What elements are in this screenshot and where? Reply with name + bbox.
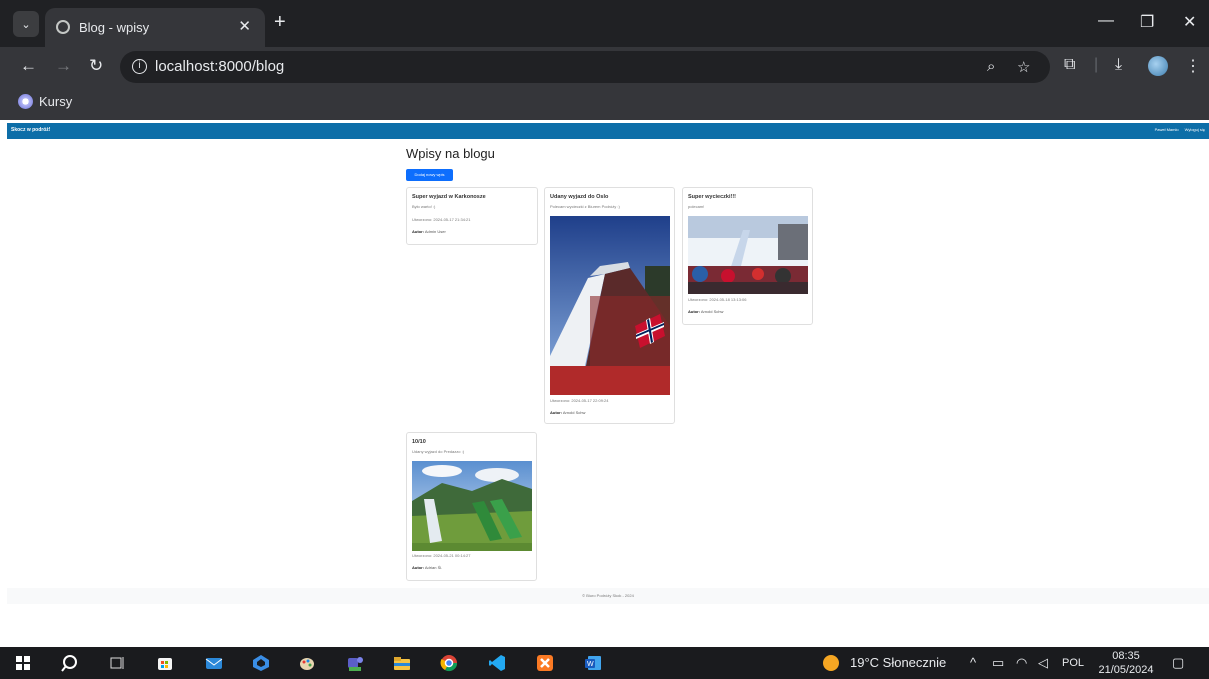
language-indicator[interactable]: POL [1062, 657, 1084, 669]
chrome-icon[interactable] [440, 654, 458, 672]
browser-toolbar: ← → ↻ i localhost:8000/blog ⌕ ☆ ⧉ | ⤓ ⋮ [0, 47, 1209, 87]
tab-search-button[interactable]: ⌄ [13, 11, 39, 37]
author-label: Autor: [688, 309, 700, 314]
post-author: Autor: Adrian Śl. [412, 565, 442, 570]
paint-icon[interactable] [298, 654, 316, 672]
windows-start-icon[interactable] [14, 654, 32, 672]
footer-text: © Biuro Podróży Skok - 2024 [582, 593, 634, 598]
post-title[interactable]: Super wyjazd w Karkonosze [412, 194, 486, 200]
address-bar[interactable]: i localhost:8000/blog ⌕ ☆ [120, 51, 1050, 83]
post-body: polecam! [688, 204, 705, 209]
bookmark-label: Kursy [39, 94, 73, 109]
tab-close-icon[interactable]: ✕ [238, 17, 251, 35]
post-date: Utworzono: 2024-05-21 00:14:27 [412, 553, 471, 558]
browser-tab-strip: ⌄ Blog - wpisy ✕ + — ❐ ✕ [0, 0, 1209, 47]
site-info-icon[interactable]: i [132, 59, 147, 74]
download-icon[interactable]: ⤓ [1115, 56, 1122, 74]
bookmark-favicon-icon [18, 94, 33, 109]
menu-dots-icon[interactable]: ⋮ [1185, 56, 1201, 76]
site-footer: © Biuro Podróży Skok - 2024 [7, 588, 1209, 604]
author-label: Autor: [412, 565, 424, 570]
author-name: Admin User [424, 229, 446, 234]
bookmark-kursy[interactable]: Kursy [18, 94, 72, 109]
xampp-icon[interactable] [536, 654, 554, 672]
forward-icon[interactable]: → [55, 56, 72, 76]
windows-taskbar: W 19°C Słonecznie ^ ▭ ◠ ◁ POL 08:35 21/0… [0, 647, 1209, 679]
post-photo-predazzo [412, 461, 532, 551]
post-date: Utworzono: 2024-05-18 13:13:06 [688, 297, 747, 302]
post-title[interactable]: Udany wyjazd do Oslo [550, 194, 608, 200]
globe-icon [56, 20, 70, 34]
page-title: Wpisy na blogu [406, 146, 495, 161]
site-navbar: Skocz w podróż! Paweł Mamło Wyloguj się [7, 123, 1209, 139]
author-label: Autor: [550, 410, 562, 415]
back-icon[interactable]: ← [20, 56, 37, 76]
toolbar-divider: | [1094, 56, 1099, 73]
post-body: Polecam wycieczki z Biurem Podróży :) [550, 204, 620, 209]
reload-icon[interactable]: ↻ [89, 56, 103, 76]
extensions-icon[interactable]: ⧉ [1064, 56, 1075, 74]
site-brand-link[interactable]: Skocz w podróż! [11, 127, 50, 133]
battery-icon[interactable]: ▭ [992, 655, 1004, 671]
mail-icon[interactable] [205, 654, 223, 672]
post-author: Autor: Arnold Schw [550, 410, 585, 415]
post-photo-ski-stadium [688, 216, 808, 294]
post-body: Było warto! :) [412, 204, 436, 209]
post-card: Super wyjazd w Karkonosze Było warto! :)… [406, 187, 538, 245]
post-date: Utworzono: 2024-05-17 21:34:21 [412, 217, 471, 222]
weather-sun-icon[interactable] [822, 654, 840, 672]
search-icon[interactable] [60, 654, 78, 672]
add-post-button[interactable]: Dodaj nowy wpis [406, 169, 453, 181]
address-url[interactable]: localhost:8000/blog [155, 58, 284, 75]
clock-date: 21/05/2024 [1098, 664, 1154, 676]
post-date: Utworzono: 2024-05-17 22:09:24 [550, 398, 609, 403]
page-viewport: Skocz w podróż! Paweł Mamło Wyloguj się … [0, 120, 1209, 647]
store-icon[interactable] [156, 654, 174, 672]
bookmarks-bar: Kursy [0, 87, 1209, 120]
copilot-icon[interactable] [252, 654, 270, 672]
volume-icon[interactable]: ◁ [1038, 655, 1048, 671]
new-tab-button[interactable]: + [274, 12, 286, 32]
clock-time: 08:35 [1112, 650, 1140, 662]
tab-title: Blog - wpisy [79, 20, 150, 35]
window-close-icon[interactable]: ✕ [1183, 12, 1196, 32]
author-name: Arnold Schw [562, 410, 586, 415]
vscode-icon[interactable] [488, 654, 506, 672]
post-photo-ski-jump-oslo [550, 216, 670, 395]
author-name: Arnold Schw [700, 309, 724, 314]
task-view-icon[interactable] [108, 654, 126, 672]
notifications-icon[interactable]: ▢ [1172, 655, 1184, 671]
post-title[interactable]: Super wycieczki!!! [688, 194, 736, 200]
file-explorer-icon[interactable] [393, 654, 411, 672]
author-label: Autor: [412, 229, 424, 234]
post-author: Autor: Admin User [412, 229, 446, 234]
profile-avatar-icon[interactable] [1148, 56, 1168, 76]
user-name-link[interactable]: Paweł Mamło [1155, 127, 1179, 132]
weather-text[interactable]: 19°C Słonecznie [850, 655, 946, 670]
wifi-icon[interactable]: ◠ [1016, 655, 1027, 671]
clock[interactable]: 08:35 21/05/2024 [1095, 649, 1157, 677]
active-tab[interactable]: Blog - wpisy ✕ [45, 8, 265, 47]
post-body: Udany wyjazd do Predazzo :) [412, 449, 465, 454]
post-card: Super wycieczki!!! polecam! Utworzono: 2… [682, 187, 813, 325]
post-card: 10/10 Udany wyjazd do Predazzo :) Utworz… [406, 432, 537, 581]
post-author: Autor: Arnold Schw [688, 309, 723, 314]
post-title[interactable]: 10/10 [412, 439, 426, 445]
svg-text:W: W [587, 661, 594, 668]
word-icon[interactable]: W [584, 654, 602, 672]
tray-overflow-icon[interactable]: ^ [970, 655, 976, 670]
logout-link[interactable]: Wyloguj się [1185, 127, 1205, 132]
bookmark-star-icon[interactable]: ☆ [1017, 58, 1030, 76]
minimize-icon[interactable]: — [1098, 12, 1114, 30]
teams-icon[interactable] [346, 654, 364, 672]
author-name: Adrian Śl. [424, 565, 443, 570]
post-card: Udany wyjazd do Oslo Polecam wycieczki z… [544, 187, 675, 424]
zoom-icon[interactable]: ⌕ [987, 58, 995, 75]
restore-icon[interactable]: ❐ [1140, 12, 1154, 32]
